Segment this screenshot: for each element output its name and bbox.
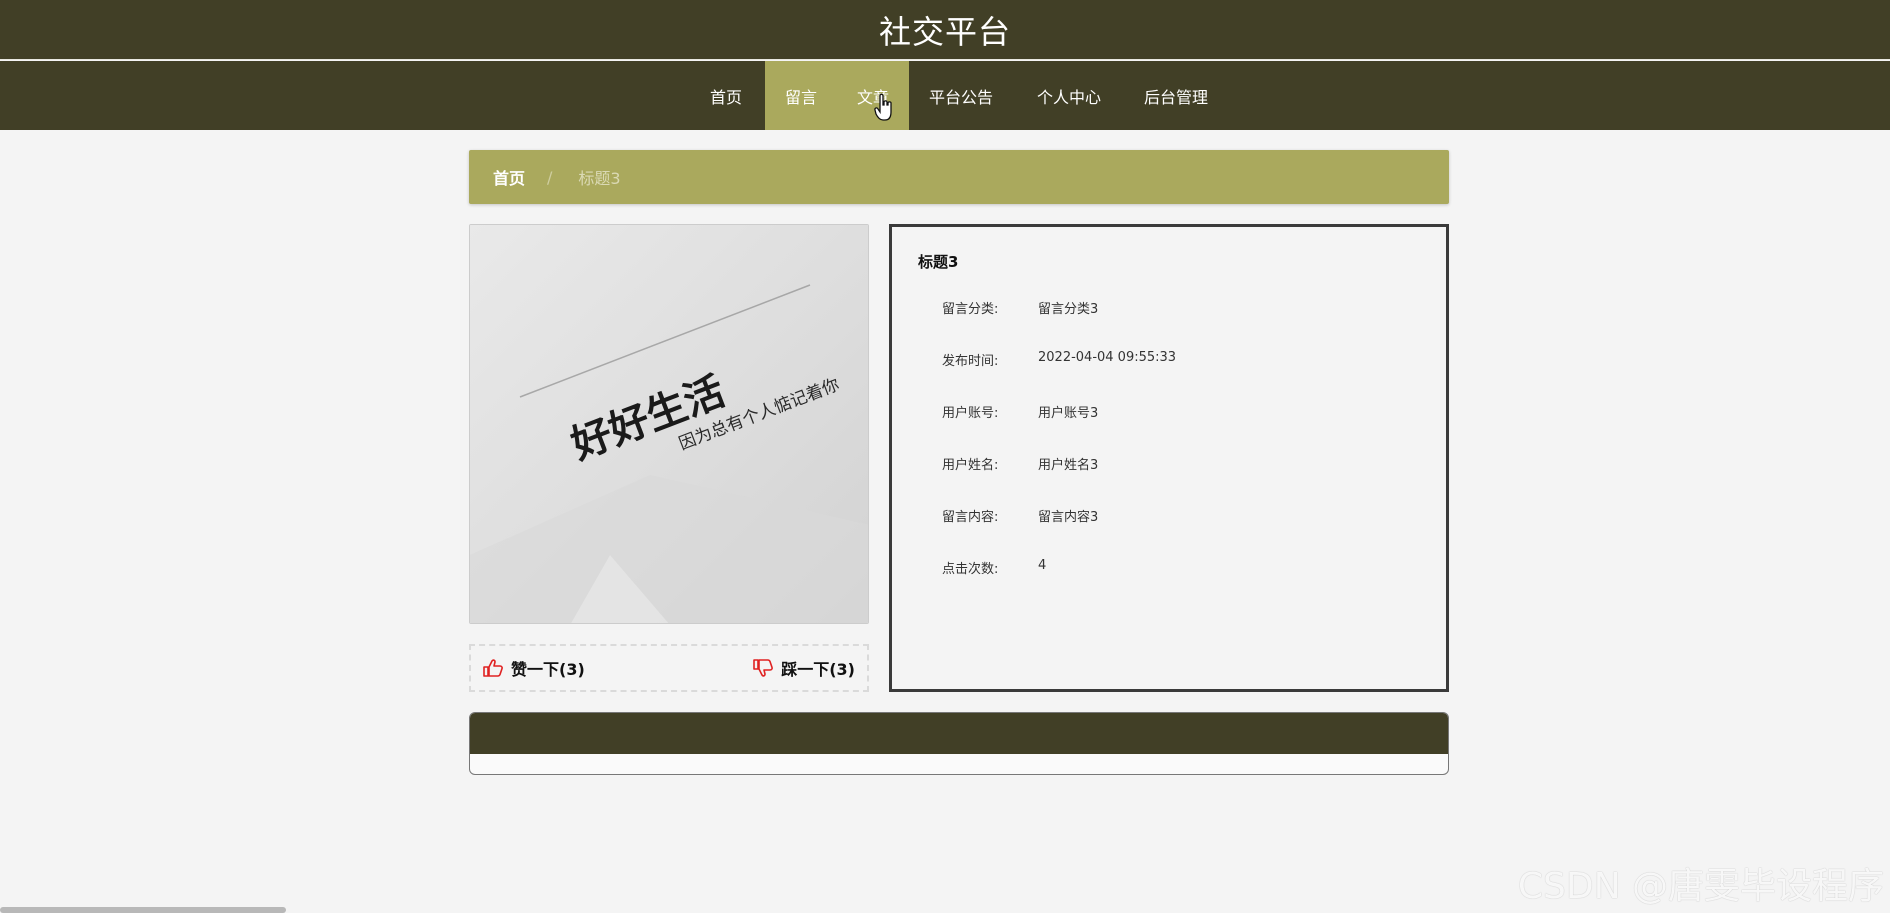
comments-panel-header xyxy=(470,713,1448,754)
field-label: 点击次数: xyxy=(942,562,999,577)
post-image: 好好生活 因为总有个人惦记着你 xyxy=(469,224,869,624)
main-nav: 首页 留言 文章 平台公告 个人中心 后台管理 xyxy=(0,61,1890,130)
site-header: 社交平台 xyxy=(0,0,1890,60)
watermark: CSDN @唐雯毕设程序 xyxy=(1517,866,1884,907)
field-value: 留言内容3 xyxy=(1038,510,1099,525)
dislike-button[interactable]: 踩一下(3) xyxy=(753,656,855,680)
thumbs-down-icon xyxy=(753,659,774,677)
nav-item-announcements[interactable]: 平台公告 xyxy=(915,61,1007,130)
field-value: 2022-04-04 09:55:33 xyxy=(1038,350,1177,365)
vote-box: 赞一下(3) 踩一下(3) xyxy=(469,644,869,692)
field-label: 留言内容: xyxy=(942,510,999,525)
comments-panel xyxy=(469,712,1449,775)
site-title: 社交平台 xyxy=(878,12,1011,51)
nav-item-articles[interactable]: 文章 xyxy=(837,61,909,130)
field-row-click-count: 点击次数: 4 xyxy=(892,558,1446,578)
thumbs-up-icon xyxy=(483,659,503,677)
like-label: 赞一下(3) xyxy=(511,660,585,679)
breadcrumb-home-link[interactable]: 首页 xyxy=(493,165,525,189)
post-image-graphic: 好好生活 因为总有个人惦记着你 xyxy=(470,225,868,623)
field-label: 用户账号: xyxy=(942,406,999,421)
field-label: 发布时间: xyxy=(942,354,999,369)
field-row-content: 留言内容: 留言内容3 xyxy=(892,506,1446,526)
field-value: 4 xyxy=(1038,558,1047,573)
field-row-user-name: 用户姓名: 用户姓名3 xyxy=(892,454,1446,474)
field-label: 用户姓名: xyxy=(942,458,999,473)
hand-cursor-icon xyxy=(874,93,892,121)
page: 社交平台 首页 留言 文章 平台公告 个人中心 后台管理 首页 / 标题3 好好… xyxy=(0,0,1890,913)
field-row-user-account: 用户账号: 用户账号3 xyxy=(892,402,1446,422)
breadcrumb: 首页 / 标题3 xyxy=(469,150,1449,204)
detail-title: 标题3 xyxy=(918,253,959,271)
breadcrumb-current: 标题3 xyxy=(578,169,621,188)
field-value: 留言分类3 xyxy=(1038,302,1099,317)
nav-item-messages[interactable]: 留言 xyxy=(765,61,837,130)
field-value: 用户姓名3 xyxy=(1038,458,1099,473)
field-row-publish-time: 发布时间: 2022-04-04 09:55:33 xyxy=(892,350,1446,370)
field-label: 留言分类: xyxy=(942,302,999,317)
horizontal-scrollbar[interactable] xyxy=(0,907,286,913)
breadcrumb-separator: / xyxy=(547,167,553,187)
like-button[interactable]: 赞一下(3) xyxy=(483,656,585,680)
field-row-category: 留言分类: 留言分类3 xyxy=(892,298,1446,318)
nav-item-personal-center[interactable]: 个人中心 xyxy=(1025,61,1113,130)
nav-item-home[interactable]: 首页 xyxy=(692,61,760,130)
field-value: 用户账号3 xyxy=(1038,406,1099,421)
nav-item-admin[interactable]: 后台管理 xyxy=(1130,61,1222,130)
dislike-label: 踩一下(3) xyxy=(781,660,855,679)
detail-panel: 标题3 留言分类: 留言分类3 发布时间: 2022-04-04 09:55:3… xyxy=(889,224,1449,692)
